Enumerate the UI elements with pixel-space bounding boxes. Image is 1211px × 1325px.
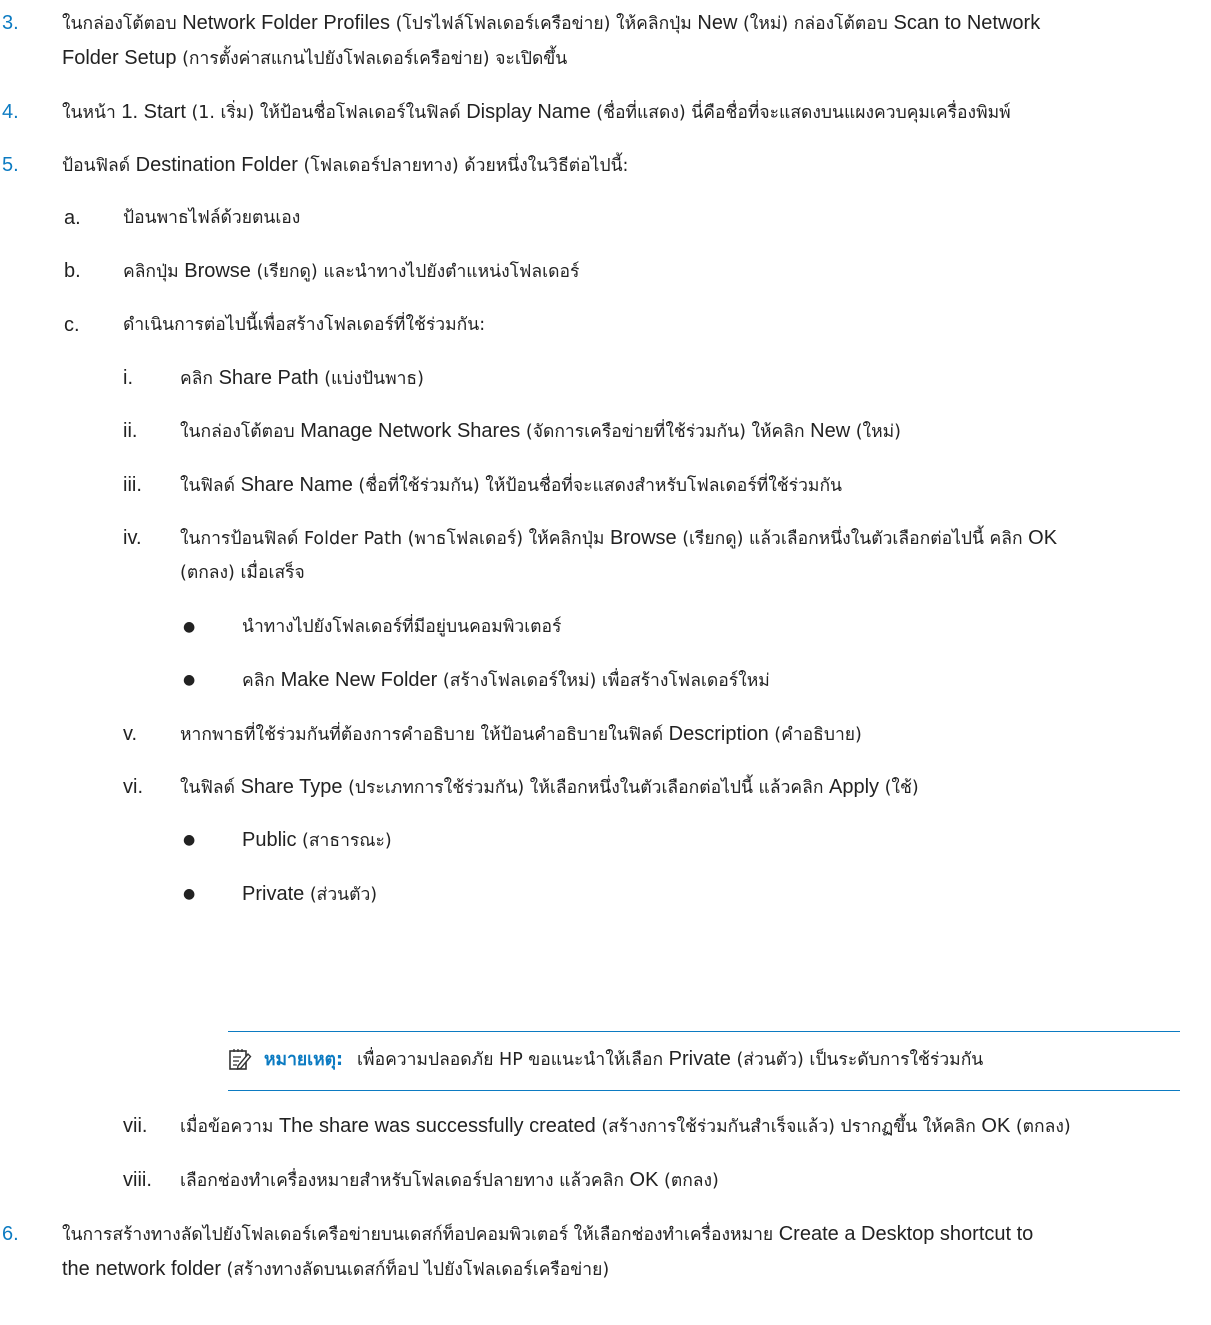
step-text: Folder Setup (การตั้งค่าสแกนไปยังโฟลเดอร… — [62, 47, 568, 69]
note-label: หมายเหตุ: — [264, 1050, 344, 1070]
roman-text: ในกล่องโต้ตอบ Manage Network Shares (จัด… — [180, 420, 901, 442]
step-text: ในหน้า 1. Start (1. เริ่ม) ให้ป้อนชื่อโฟ… — [62, 101, 1011, 123]
substep-letter: b. — [64, 260, 81, 282]
roman-text: คลิก Share Path (แบ่งปันพาธ) — [180, 367, 424, 389]
step-number: 5. — [2, 154, 19, 176]
step-text: the network folder (สร้างทางลัดบนเดสก์ท็… — [62, 1258, 610, 1280]
roman-text: ในฟิลด์ Share Name (ชื่อที่ใช้ร่วมกัน) ใ… — [180, 474, 842, 496]
roman-number: iv. — [123, 527, 142, 549]
note-text: หมายเหตุ: เพื่อความปลอดภัย HP ขอแนะนำให้เ… — [264, 1048, 984, 1070]
note-box: หมายเหตุ: เพื่อความปลอดภัย HP ขอแนะนำให้เ… — [228, 1031, 1180, 1091]
roman-text: ในฟิลด์ Share Type (ประเภทการใช้ร่วมกัน)… — [180, 776, 919, 798]
roman-number: vi. — [123, 776, 143, 798]
roman-number: vii. — [123, 1115, 148, 1137]
roman-number: i. — [123, 367, 133, 389]
roman-text: ในการป้อนฟิลด์ Folder Path (พาธโฟลเดอร์)… — [180, 527, 1058, 549]
substep-letter: a. — [64, 207, 81, 229]
bullet-icon: ● — [183, 619, 196, 635]
roman-text: เลือกช่องทำเครื่องหมายสำหรับโฟลเดอร์ปลาย… — [180, 1169, 719, 1191]
roman-number: iii. — [123, 474, 142, 496]
step-number: 4. — [2, 101, 19, 123]
step-text: ในกล่องโต้ตอบ Network Folder Profiles (โ… — [62, 12, 1041, 34]
roman-number: v. — [123, 723, 138, 745]
step-number: 3. — [2, 12, 19, 34]
substep-text: คลิกปุ่ม Browse (เรียกดู) และนำทางไปยังต… — [123, 260, 580, 282]
bullet-text: Public (สาธารณะ) — [242, 829, 392, 851]
step-number: 6. — [2, 1223, 19, 1245]
roman-text: (ตกลง) เมื่อเสร็จ — [180, 563, 305, 583]
bullet-icon: ● — [183, 886, 196, 902]
bullet-text: คลิก Make New Folder (สร้างโฟลเดอร์ใหม่)… — [242, 669, 770, 691]
step-text: ป้อนฟิลด์ Destination Folder (โฟลเดอร์ปล… — [62, 154, 629, 176]
substep-text: ดำเนินการต่อไปนี้เพื่อสร้างโฟลเดอร์ที่ใช… — [123, 315, 486, 335]
substep-text: ป้อนพาธไฟล์ด้วยตนเอง — [123, 208, 301, 228]
bullet-icon: ● — [183, 832, 196, 848]
roman-text: หากพาธที่ใช้ร่วมกันที่ต้องการคำอธิบาย ให… — [180, 723, 862, 745]
bullet-text: นำทางไปยังโฟลเดอร์ที่มีอยู่บนคอมพิวเตอร์ — [242, 617, 562, 637]
bullet-icon: ● — [183, 672, 196, 688]
substep-letter: c. — [64, 314, 80, 336]
roman-text: เมื่อข้อความ The share was successfully … — [180, 1115, 1071, 1137]
bullet-text: Private (ส่วนตัว) — [242, 883, 378, 905]
roman-number: ii. — [123, 420, 138, 442]
step-text: ในการสร้างทางลัดไปยังโฟลเดอร์เครือข่ายบน… — [62, 1223, 1034, 1245]
roman-number: viii. — [123, 1169, 152, 1191]
note-pencil-icon — [228, 1048, 252, 1072]
